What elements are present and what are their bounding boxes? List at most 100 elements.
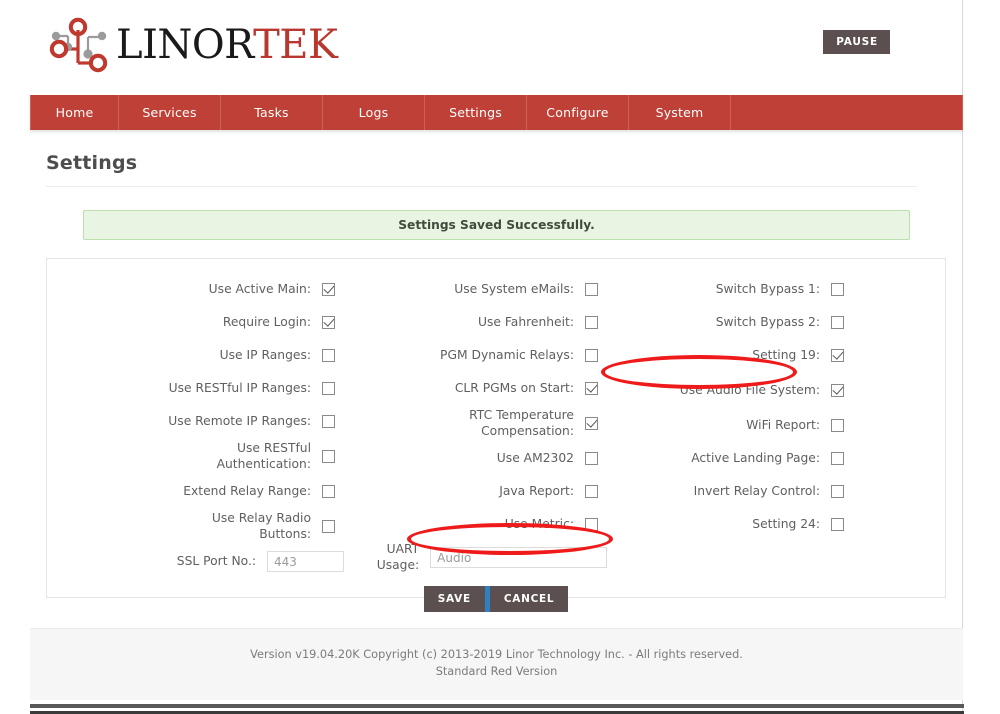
setting-label: Use Active Main: — [208, 281, 311, 296]
checkbox-slot — [831, 485, 853, 498]
setting-row-switch-bypass-1: Switch Bypass 1: — [607, 273, 853, 306]
setting-row-ssl-port-no: SSL Port No.: — [47, 545, 344, 578]
checkbox-slot — [322, 283, 344, 296]
setting-label: Use Fahrenheit: — [477, 314, 574, 329]
setting-label: Invert Relay Control: — [693, 483, 820, 498]
checkbox-use-remote-ip-ranges[interactable] — [322, 415, 335, 428]
setting-row-extend-relay-range: Extend Relay Range: — [47, 475, 344, 508]
brand-logo[interactable]: LINORTEK — [42, 14, 338, 76]
setting-label: Extend Relay Range: — [183, 483, 311, 498]
settings-column-2: Use System eMails: Use Fahrenheit: PGM D… — [344, 273, 607, 578]
setting-row-uart-usage: UART Usage: — [344, 541, 607, 574]
nav-item-tasks[interactable]: Tasks — [221, 95, 323, 130]
nav-item-system[interactable]: System — [629, 95, 731, 130]
nav-filler — [731, 95, 963, 130]
checkbox-switch-bypass-1[interactable] — [831, 283, 844, 296]
setting-row-use-metric: Use Metric: — [344, 508, 607, 541]
checkbox-use-system-emails[interactable] — [585, 283, 598, 296]
setting-row-setting-19: Setting 19: — [607, 339, 853, 372]
settings-columns: Use Active Main: Require Login: Use IP R… — [47, 259, 945, 578]
checkbox-slot — [831, 283, 853, 296]
setting-label: SSL Port No.: — [176, 553, 256, 568]
checkbox-use-relay-radio-buttons[interactable] — [322, 520, 335, 533]
checkbox-use-restful-authentication[interactable] — [322, 450, 335, 463]
checkbox-slot — [831, 419, 853, 432]
checkbox-slot — [831, 316, 853, 329]
setting-row-wifi-report: WiFi Report: — [607, 409, 853, 442]
checkbox-extend-relay-range[interactable] — [322, 485, 335, 498]
checkbox-setting-24[interactable] — [831, 518, 844, 531]
settings-column-1: Use Active Main: Require Login: Use IP R… — [47, 273, 344, 578]
setting-label: Active Landing Page: — [691, 450, 820, 465]
save-button[interactable]: SAVE — [423, 586, 485, 612]
title-divider — [46, 186, 917, 187]
uart-usage-input[interactable] — [430, 547, 607, 568]
pause-button[interactable]: PAUSE — [823, 30, 890, 54]
setting-label: Use System eMails: — [454, 281, 574, 296]
checkbox-switch-bypass-2[interactable] — [831, 316, 844, 329]
checkbox-use-ip-ranges[interactable] — [322, 349, 335, 362]
form-actions-inner: SAVE CANCEL — [423, 586, 569, 612]
setting-row-active-landing-page: Active Landing Page: — [607, 442, 853, 475]
setting-row-setting-24: Setting 24: — [607, 508, 853, 541]
checkbox-slot — [322, 485, 344, 498]
ssl-port-input[interactable] — [267, 551, 344, 572]
nav-item-logs[interactable]: Logs — [323, 95, 425, 130]
setting-row-use-remote-ip-ranges: Use Remote IP Ranges: — [47, 405, 344, 438]
checkbox-slot — [585, 382, 607, 395]
setting-row-pgm-dynamic-relays: PGM Dynamic Relays: — [344, 339, 607, 372]
checkbox-slot — [322, 415, 344, 428]
checkbox-use-metric[interactable] — [585, 518, 598, 531]
checkbox-active-landing-page[interactable] — [831, 452, 844, 465]
checkbox-slot — [585, 283, 607, 296]
checkbox-use-restful-ip-ranges[interactable] — [322, 382, 335, 395]
setting-row-use-restful-authentication: Use RESTful Authentication: — [47, 438, 344, 475]
setting-label: Java Report: — [499, 483, 574, 498]
checkbox-java-report[interactable] — [585, 485, 598, 498]
checkbox-use-active-main[interactable] — [322, 283, 335, 296]
success-alert: Settings Saved Successfully. — [83, 210, 910, 240]
footer-copyright-line: Version v19.04.20K Copyright (c) 2013-20… — [250, 648, 743, 662]
site-header: LINORTEK PAUSE — [0, 0, 962, 92]
checkbox-wifi-report[interactable] — [831, 419, 844, 432]
setting-label: Setting 19: — [752, 347, 820, 362]
nav-item-configure[interactable]: Configure — [527, 95, 629, 130]
nav-item-home[interactable]: Home — [30, 95, 119, 130]
setting-label: Use Relay Radio Buttons: — [211, 511, 311, 541]
window-bottom-bar — [30, 704, 993, 708]
checkbox-slot — [322, 520, 344, 533]
checkbox-slot — [831, 452, 853, 465]
checkbox-invert-relay-control[interactable] — [831, 485, 844, 498]
setting-row-require-login: Require Login: — [47, 306, 344, 339]
setting-row-clr-pgms-on-start: CLR PGMs on Start: — [344, 372, 607, 405]
setting-label: Setting 24: — [752, 516, 820, 531]
settings-column-3: Switch Bypass 1: Switch Bypass 2: Settin… — [607, 273, 853, 578]
checkbox-clr-pgms-on-start[interactable] — [585, 382, 598, 395]
checkbox-slot — [322, 450, 344, 463]
settings-panel: Use Active Main: Require Login: Use IP R… — [46, 258, 946, 612]
checkbox-slot — [585, 417, 607, 430]
checkbox-slot — [585, 349, 607, 362]
setting-label: Switch Bypass 2: — [715, 314, 820, 329]
checkbox-use-am2302[interactable] — [585, 452, 598, 465]
checkbox-pgm-dynamic-relays[interactable] — [585, 349, 598, 362]
checkbox-use-audio-file-system[interactable] — [831, 384, 844, 397]
checkbox-setting-19[interactable] — [831, 349, 844, 362]
nav-item-settings[interactable]: Settings — [425, 95, 527, 130]
setting-label: Use IP Ranges: — [219, 347, 311, 362]
setting-label: WiFi Report: — [746, 417, 820, 432]
setting-row-java-report: Java Report: — [344, 475, 607, 508]
setting-row-use-am2302: Use AM2302 — [344, 442, 607, 475]
setting-row-invert-relay-control: Invert Relay Control: — [607, 475, 853, 508]
form-actions: SAVE CANCEL — [47, 586, 945, 612]
checkbox-slot — [322, 316, 344, 329]
setting-row-use-active-main: Use Active Main: — [47, 273, 344, 306]
setting-label: Use Remote IP Ranges: — [168, 413, 311, 428]
nav-item-services[interactable]: Services — [119, 95, 221, 130]
checkbox-slot — [322, 382, 344, 395]
checkbox-use-fahrenheit[interactable] — [585, 316, 598, 329]
checkbox-require-login[interactable] — [322, 316, 335, 329]
checkbox-rtc-temperature-compensation[interactable] — [585, 417, 598, 430]
cancel-button[interactable]: CANCEL — [489, 586, 569, 612]
checkbox-slot — [585, 485, 607, 498]
